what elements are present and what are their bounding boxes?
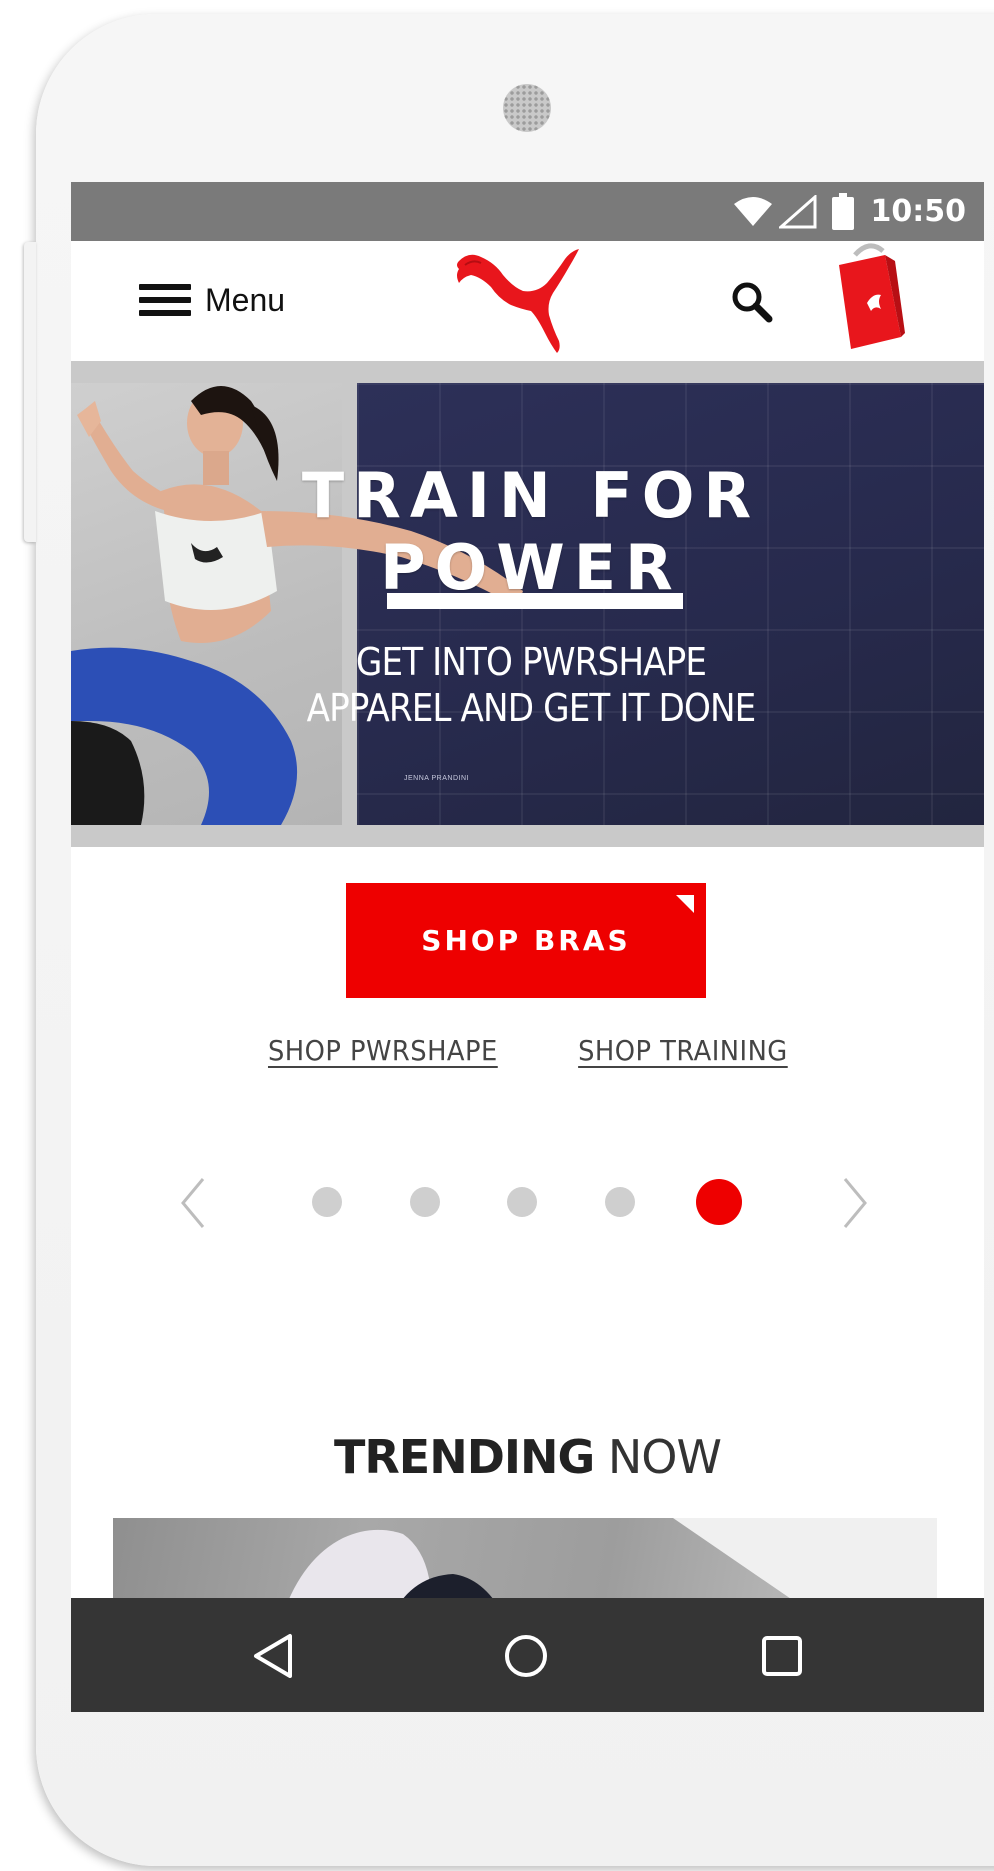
- hero-subtitle-line2: APPAREL AND GET IT DONE: [306, 686, 757, 730]
- trending-title-light: NOW: [607, 1430, 722, 1484]
- hero-title: TRAIN FOR POWER: [221, 460, 841, 604]
- shop-training-link[interactable]: SHOP TRAINING: [579, 1034, 789, 1074]
- carousel-dot-4[interactable]: [605, 1187, 635, 1217]
- carousel-dot-3[interactable]: [507, 1187, 537, 1217]
- app-header: Menu: [71, 241, 984, 361]
- carousel-dot-5-active[interactable]: [696, 1179, 742, 1225]
- recent-apps-icon[interactable]: [752, 1628, 812, 1684]
- shop-pwrshape-link[interactable]: SHOP PWRSHAPE: [268, 1034, 498, 1074]
- status-bar: 10:50: [71, 182, 984, 241]
- search-icon[interactable]: [727, 277, 777, 327]
- hero-title-line1: TRAIN FOR: [301, 459, 761, 532]
- home-icon[interactable]: [496, 1628, 556, 1684]
- battery-icon: [831, 192, 854, 230]
- shop-bras-button[interactable]: SHOP BRAS: [346, 883, 706, 998]
- carousel-dot-1[interactable]: [312, 1187, 342, 1217]
- sub-links: SHOP PWRSHAPE SHOP TRAINING: [71, 1034, 984, 1074]
- hero-banner[interactable]: TRAIN FOR POWER GET INTO PWRSHAPE APPARE…: [71, 361, 984, 847]
- menu-label: Menu: [205, 281, 286, 318]
- back-icon[interactable]: [246, 1628, 306, 1684]
- carousel-controls: [71, 1167, 984, 1237]
- screen: 10:50 Menu TRAIN FOR POWER GET INTO PWRS…: [71, 182, 984, 1712]
- trending-title-bold: TRENDING: [333, 1430, 595, 1484]
- chevron-right-icon[interactable]: [835, 1173, 875, 1233]
- nav-bar: [71, 1598, 984, 1712]
- shop-bras-label: SHOP BRAS: [421, 924, 631, 957]
- hero-credit: JENNA PRANDINI: [404, 775, 469, 782]
- cart-bag-icon[interactable]: [829, 241, 909, 353]
- phone-speaker: [503, 84, 551, 132]
- puma-logo[interactable]: [451, 245, 591, 357]
- trending-title: TRENDING NOW: [71, 1430, 984, 1484]
- hero-title-underline: [387, 593, 683, 609]
- hero-subtitle-line1: GET INTO PWRSHAPE: [355, 640, 707, 684]
- status-time: 10:50: [870, 194, 967, 229]
- hero-subtitle: GET INTO PWRSHAPE APPAREL AND GET IT DON…: [225, 639, 837, 731]
- menu-button[interactable]: Menu: [139, 277, 285, 323]
- carousel-dot-2[interactable]: [410, 1187, 440, 1217]
- corner-triangle-icon: [676, 895, 694, 913]
- wifi-icon: [733, 196, 772, 226]
- signal-icon: [778, 194, 816, 228]
- chevron-left-icon[interactable]: [173, 1173, 213, 1233]
- phone-side-button: [24, 242, 36, 542]
- menu-icon: [139, 284, 191, 316]
